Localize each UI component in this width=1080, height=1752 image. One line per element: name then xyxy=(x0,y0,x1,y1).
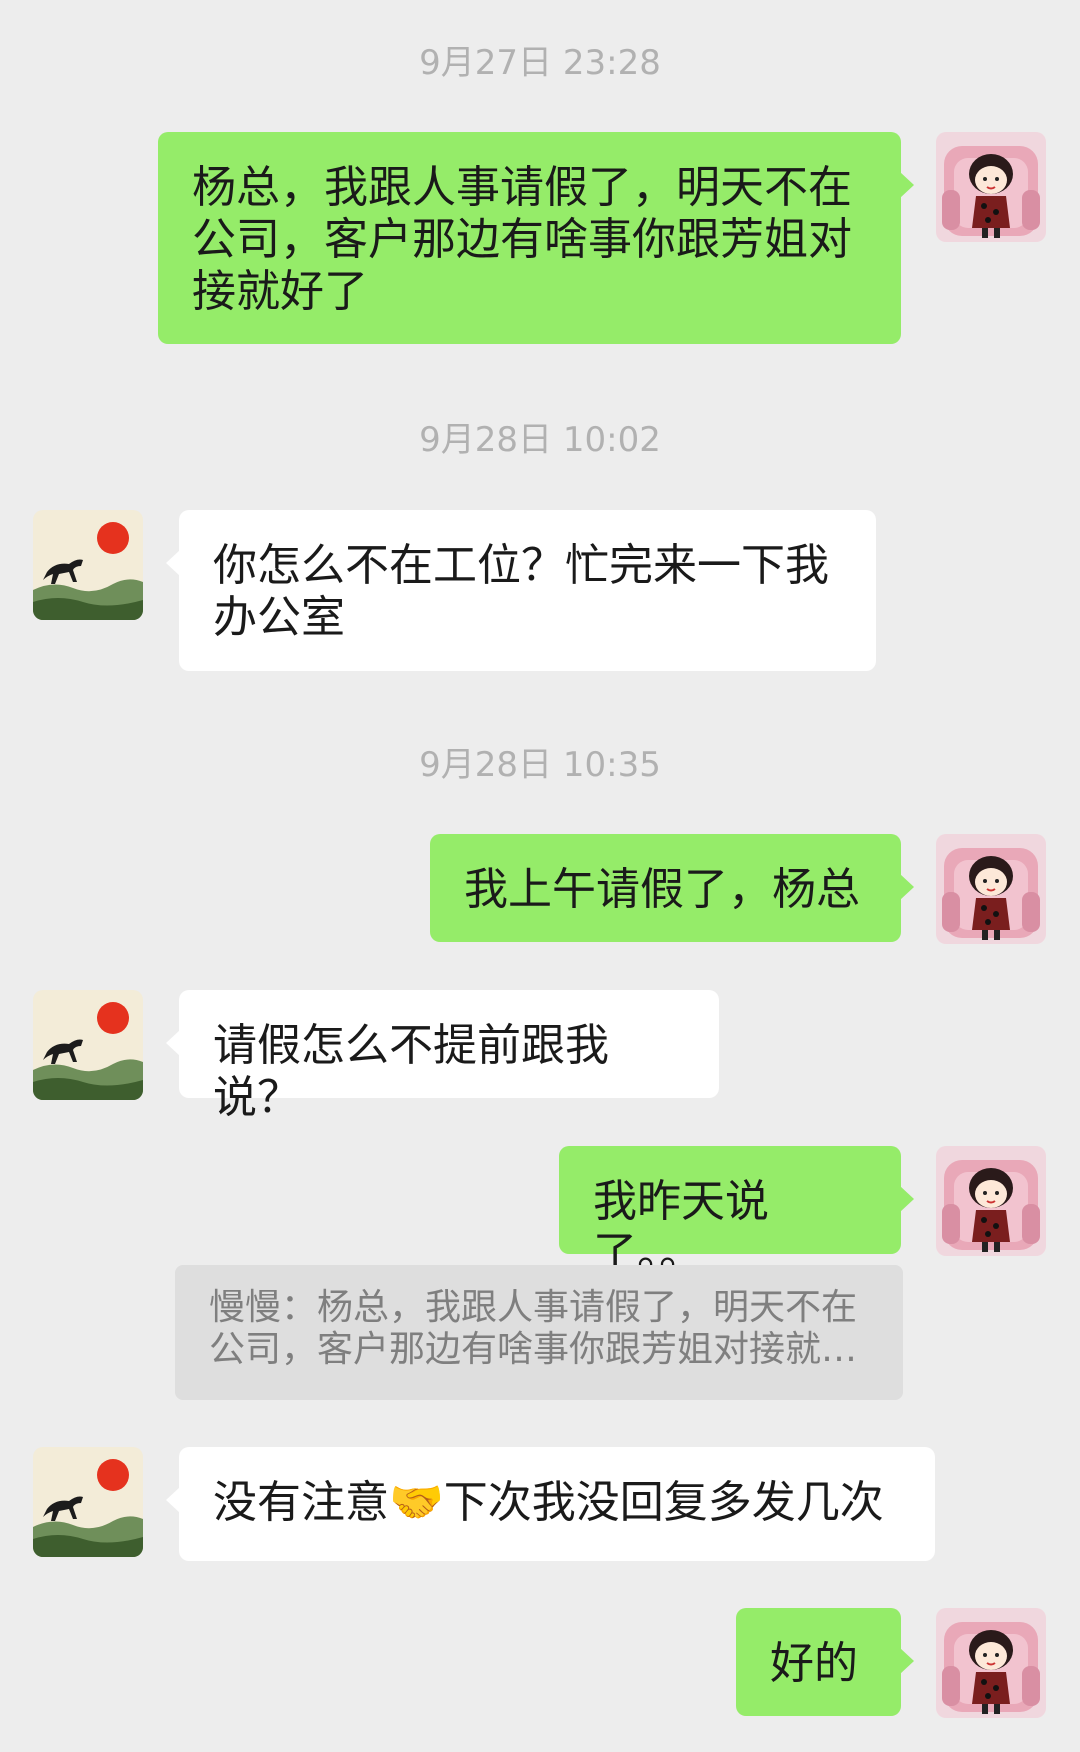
contact-avatar[interactable] xyxy=(33,990,143,1100)
timestamp-3: 9月28日 10:35 xyxy=(419,745,661,785)
sent-message-bubble[interactable]: 杨总，我跟人事请假了，明天不在公司，客户那边有啥事你跟芳姐对接就好了 xyxy=(158,132,914,344)
horse-sunset-painting-icon xyxy=(33,1447,143,1557)
horse-sunset-painting-icon xyxy=(33,990,143,1100)
message-text: 我上午请假了，杨总 xyxy=(464,864,860,915)
self-avatar[interactable] xyxy=(936,1146,1046,1256)
message-text: 你怎么不在工位？忙完来一下我办公室 xyxy=(213,540,829,643)
message-text: 好的 xyxy=(770,1638,858,1689)
sent-message-bubble[interactable]: 我上午请假了，杨总 xyxy=(430,834,914,942)
message-text: 我昨天说了。。 xyxy=(593,1176,769,1279)
contact-avatar[interactable] xyxy=(33,510,143,620)
sent-message-bubble[interactable]: 我昨天说了。。 xyxy=(559,1146,914,1279)
received-message-bubble[interactable]: 你怎么不在工位？忙完来一下我办公室 xyxy=(166,510,876,671)
self-avatar[interactable] xyxy=(936,132,1046,242)
message-text: 没有注意 xyxy=(213,1477,389,1528)
handshake-emoji-icon: 🤝 xyxy=(389,1477,444,1528)
self-avatar[interactable] xyxy=(936,834,1046,944)
received-message-bubble[interactable]: 没有注意🤝下次我没回复多发几次 xyxy=(166,1447,935,1561)
timestamp-1: 9月27日 23:28 xyxy=(419,43,661,83)
message-text: 请假怎么不提前跟我说？ xyxy=(213,1020,609,1123)
timestamp-2: 9月28日 10:02 xyxy=(419,420,661,460)
cartoon-girl-avatar-icon xyxy=(936,1608,1046,1718)
received-message-bubble[interactable]: 请假怎么不提前跟我说？ xyxy=(166,990,719,1123)
cartoon-girl-avatar-icon xyxy=(936,834,1046,944)
cartoon-girl-avatar-icon xyxy=(936,132,1046,242)
cartoon-girl-avatar-icon xyxy=(936,1146,1046,1256)
sent-message-bubble[interactable]: 好的 xyxy=(736,1608,914,1716)
self-avatar[interactable] xyxy=(936,1608,1046,1718)
horse-sunset-painting-icon xyxy=(33,510,143,620)
quoted-message[interactable]: 慢慢：杨总，我跟人事请假了，明天不在公司，客户那边有啥事你跟芳姐对接就… xyxy=(175,1265,903,1400)
contact-avatar[interactable] xyxy=(33,1447,143,1557)
message-text: 杨总，我跟人事请假了，明天不在公司，客户那边有啥事你跟芳姐对接就好了 xyxy=(192,162,852,317)
quoted-text: 慢慢：杨总，我跟人事请假了，明天不在公司，客户那边有啥事你跟芳姐对接就… xyxy=(209,1287,858,1370)
message-text: 下次我没回复多发几次 xyxy=(443,1477,884,1528)
